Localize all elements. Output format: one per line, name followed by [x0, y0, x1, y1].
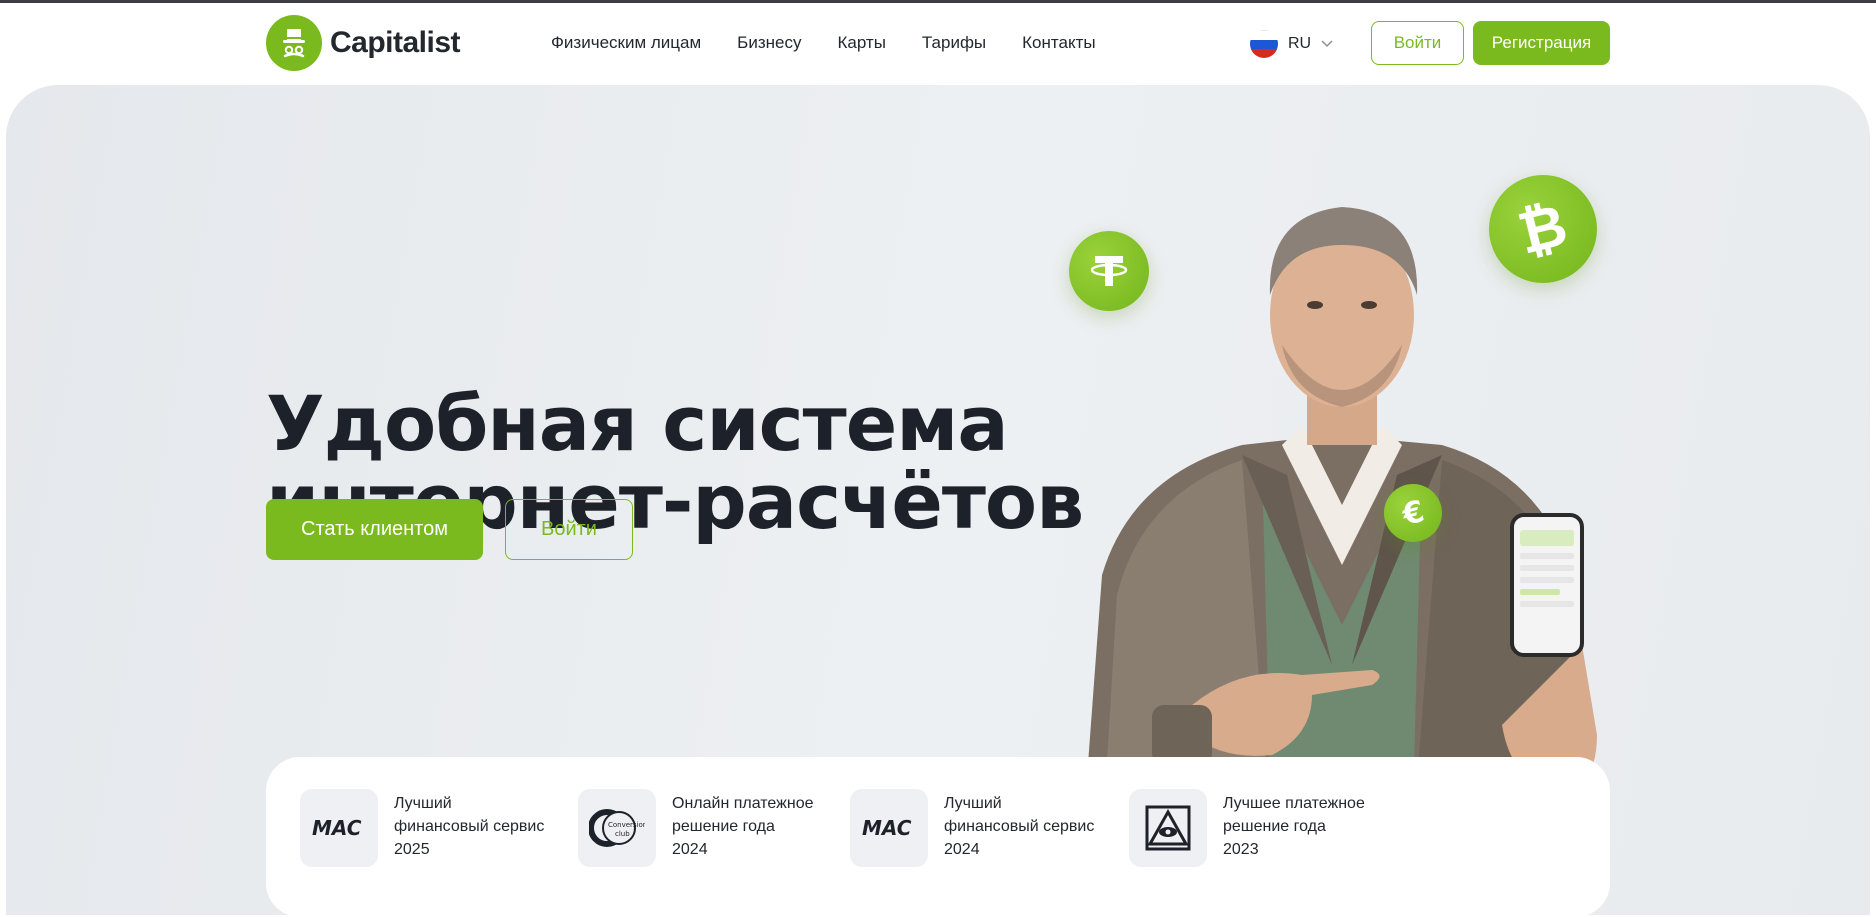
nav-item-individuals[interactable]: Физическим лицам [551, 33, 701, 53]
award-line2: решение года [1223, 818, 1326, 835]
nav-item-tariffs[interactable]: Тарифы [922, 33, 986, 53]
mac-logo-icon: MAC [300, 789, 378, 867]
russia-flag-icon [1250, 30, 1278, 58]
eye-pyramid-logo-icon [1129, 789, 1207, 867]
conversion-club-logo-icon: Conversion club [578, 789, 656, 867]
award-year: 2025 [394, 841, 430, 858]
award-line1: Лучший [394, 795, 452, 812]
language-selector[interactable]: RU [1250, 30, 1333, 58]
svg-text:Conversion: Conversion [608, 821, 645, 829]
nav-item-cards[interactable]: Карты [837, 33, 885, 53]
header-register-button[interactable]: Регистрация [1473, 21, 1610, 65]
become-client-button[interactable]: Стать клиентом [266, 499, 483, 560]
award-line2: финансовый сервис [944, 818, 1095, 835]
main-nav: Физическим лицам Бизнесу Карты Тарифы Ко… [551, 33, 1096, 53]
nav-item-contacts[interactable]: Контакты [1022, 33, 1095, 53]
brand-logo[interactable]: Capitalist [266, 15, 461, 71]
award-item: MAC Лучший финансовый сервис 2025 [300, 789, 544, 867]
award-year: 2024 [944, 841, 980, 858]
award-year: 2023 [1223, 841, 1259, 858]
svg-text:club: club [615, 830, 630, 838]
award-line2: финансовый сервис [394, 818, 545, 835]
header-login-button[interactable]: Войти [1371, 21, 1464, 65]
award-item: MAC Лучший финансовый сервис 2024 [850, 789, 1094, 867]
award-item: Conversion club Онлайн платежное решение … [578, 789, 813, 867]
tether-icon [1069, 231, 1149, 311]
mac-logo-icon: MAC [850, 789, 928, 867]
site-header: Capitalist Физическим лицам Бизнесу Карт… [0, 3, 1876, 85]
language-code: RU [1288, 35, 1312, 52]
awards-bar: MAC Лучший финансовый сервис 2025 Conver… [266, 757, 1610, 917]
top-hat-icon [266, 15, 322, 71]
award-year: 2024 [672, 841, 708, 858]
brand-name: Capitalist [330, 26, 461, 59]
hero-title-line1: Удобная система [266, 379, 1009, 468]
hero-login-button[interactable]: Войти [505, 499, 633, 560]
award-item: Лучшее платежное решение года 2023 [1129, 789, 1365, 867]
chevron-down-icon [1321, 40, 1333, 48]
svg-text:MAC: MAC [862, 816, 912, 840]
bitcoin-icon: ₿ [1489, 175, 1597, 283]
award-line1: Лучшее платежное [1223, 795, 1365, 812]
nav-item-business[interactable]: Бизнесу [737, 33, 801, 53]
euro-icon: € [1384, 484, 1442, 542]
award-line1: Лучший [944, 795, 1002, 812]
award-line1: Онлайн платежное [672, 795, 814, 812]
award-line2: решение года [672, 818, 775, 835]
svg-text:MAC: MAC [312, 816, 362, 840]
